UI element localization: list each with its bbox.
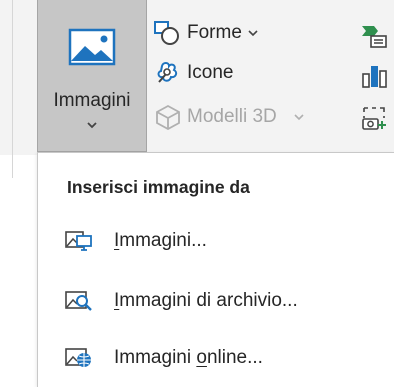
- icons-button[interactable]: Icone: [153, 58, 233, 88]
- online-pictures-icon: [65, 348, 91, 367]
- chevron-down-icon: [248, 30, 258, 37]
- icons-label: Icone: [187, 62, 234, 83]
- 3d-models-button[interactable]: Modelli 3D: [153, 102, 305, 132]
- shapes-label: Forme: [187, 22, 242, 43]
- menu-item-label: Immagini...: [114, 230, 207, 251]
- menu-item-label: Immagini di archivio...: [114, 290, 298, 311]
- menu-item-online-pictures[interactable]: Immagini online...: [60, 336, 390, 380]
- picture-from-device-icon: [65, 231, 92, 251]
- chevron-down-icon: [87, 122, 97, 129]
- shapes-icon: [154, 21, 179, 45]
- pictures-button-label: Immagini: [53, 90, 131, 111]
- screenshot-icon[interactable]: [360, 104, 388, 132]
- shapes-button[interactable]: Forme: [153, 18, 259, 48]
- 3d-models-icon: [156, 104, 180, 130]
- menu-item-stock-images[interactable]: Immagini di archivio...: [60, 279, 390, 323]
- chart-icon[interactable]: [360, 62, 388, 90]
- chevron-down-icon: [294, 114, 304, 121]
- menu-item-label: Immagini online...: [114, 347, 263, 368]
- group-separator: [12, 0, 13, 178]
- pictures-button[interactable]: Immagini: [37, 0, 147, 152]
- menu-header: Inserisci immagine da: [67, 177, 250, 197]
- picture-icon: [68, 28, 116, 66]
- icons-icon: [157, 62, 178, 83]
- insert-picture-menu: Inserisci immagine da Immagini... Immagi…: [37, 152, 394, 387]
- menu-item-this-device[interactable]: Immagini...: [60, 219, 390, 263]
- stock-images-icon: [65, 291, 92, 311]
- 3d-models-label: Modelli 3D: [187, 106, 277, 127]
- smartart-icon[interactable]: [360, 22, 388, 50]
